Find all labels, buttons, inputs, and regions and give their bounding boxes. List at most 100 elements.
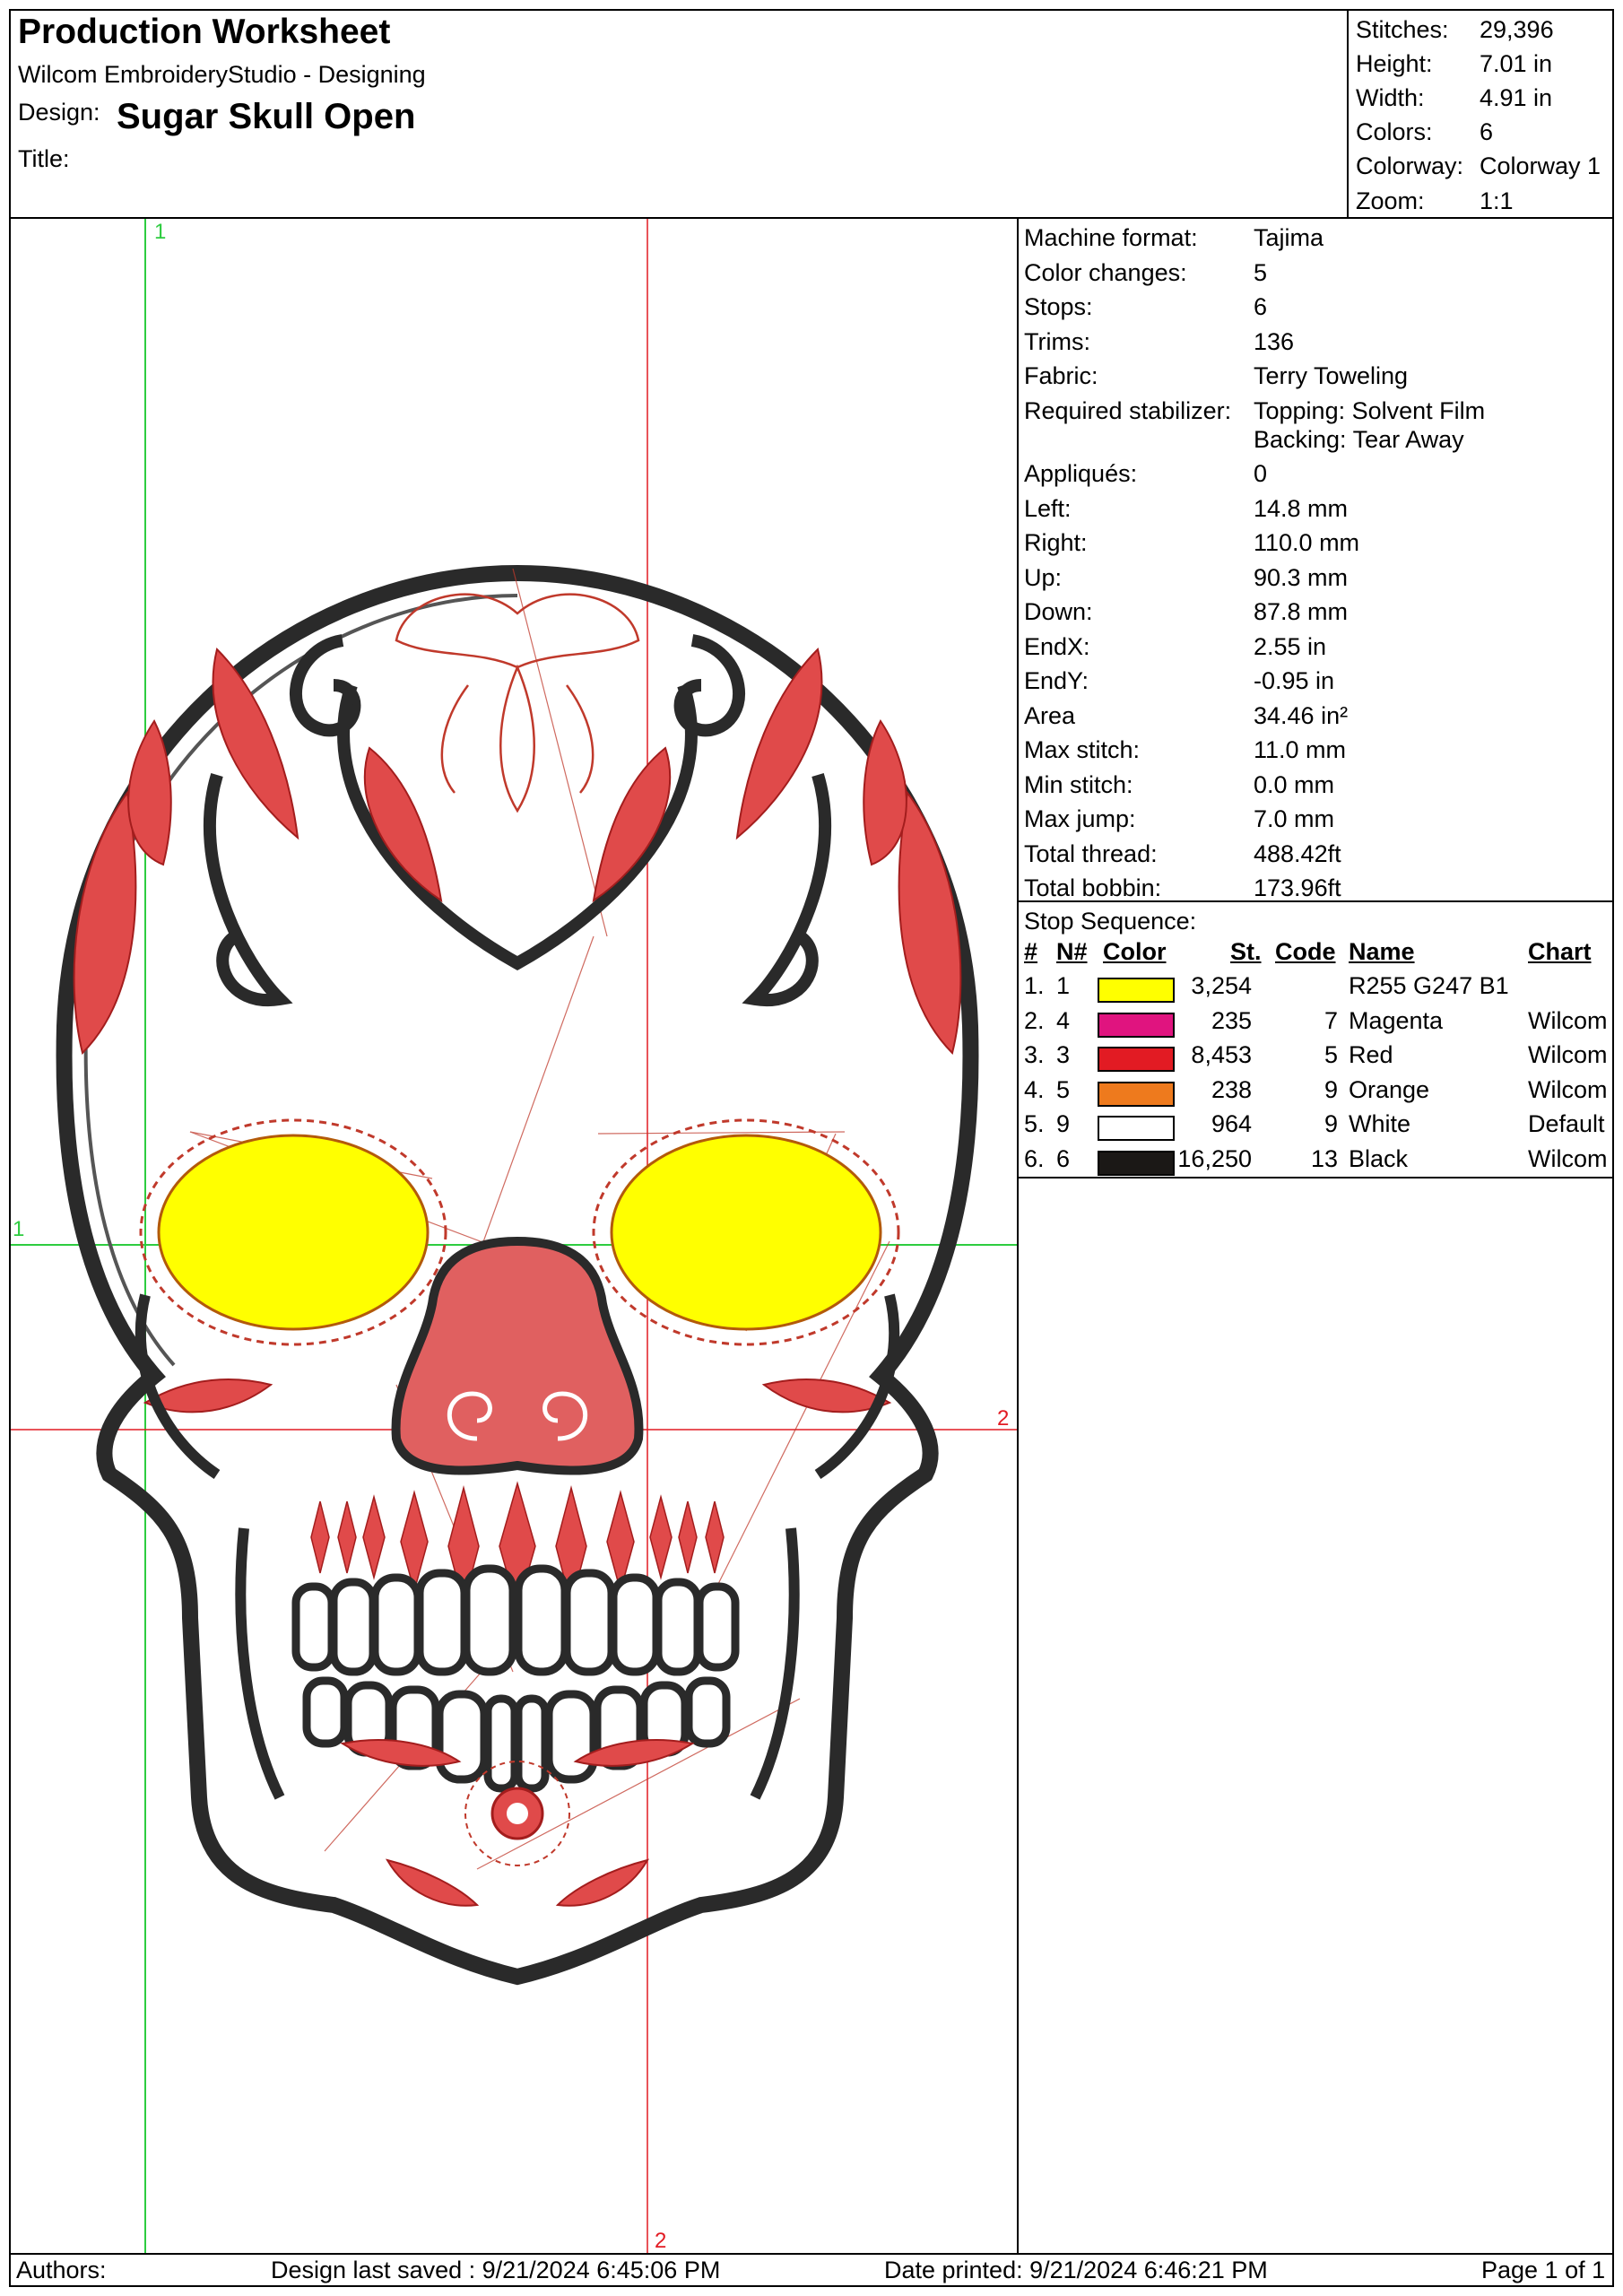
guide-label-horizontal-2: 2 xyxy=(997,1406,1009,1431)
design-preview[interactable]: 1 1 2 2 xyxy=(11,219,1019,2253)
col-stitches: St. xyxy=(1230,938,1262,965)
row-stitches: 16,250 xyxy=(1177,1144,1252,1172)
stop-sequence-header: # N# Color St. Code Name Chart xyxy=(1019,938,1612,972)
info-key: Appliqués: xyxy=(1024,460,1138,487)
guide-label-vertical-1: 1 xyxy=(154,220,166,244)
color-swatch xyxy=(1098,978,1175,1003)
info-key: Machine format: xyxy=(1024,224,1198,251)
row-needle: 3 xyxy=(1056,1041,1071,1068)
forehead-swirls xyxy=(203,634,832,1007)
info-value: Tajima xyxy=(1254,224,1324,251)
row-chart: Default xyxy=(1528,1110,1605,1137)
info-value: 5 xyxy=(1254,258,1268,286)
row-index: 3. xyxy=(1024,1041,1045,1068)
info-key: Max stitch: xyxy=(1024,736,1141,763)
row-code: 13 xyxy=(1310,1144,1338,1172)
info-key: Total thread: xyxy=(1024,839,1158,867)
row-color-name: Red xyxy=(1349,1041,1393,1068)
info-value: Terry Toweling xyxy=(1254,362,1409,389)
summary-key: Stitches: xyxy=(1356,15,1449,43)
info-key: Down: xyxy=(1024,598,1093,625)
sugar-skull-embroidery: 1 1 2 2 xyxy=(11,219,1017,2253)
stop-sequence-row: 5. 9 964 9 White Default xyxy=(1019,1110,1612,1144)
info-value: 87.8 mm xyxy=(1254,598,1349,625)
header-left: Production Worksheet Wilcom EmbroiderySt… xyxy=(11,11,1347,217)
info-value: 14.8 mm xyxy=(1254,494,1349,522)
summary-row: Colors: 6 xyxy=(1356,116,1612,150)
info-value: 173.96ft xyxy=(1254,874,1341,901)
color-swatch xyxy=(1098,1081,1175,1107)
summary-row: Width: 4.91 in xyxy=(1356,81,1612,115)
worksheet-title: Production Worksheet xyxy=(18,13,391,51)
row-chart: Wilcom xyxy=(1528,1006,1608,1034)
stop-sequence-table: Stop Sequence: # N# Color St. Code Name … xyxy=(1019,900,1612,1178)
stop-sequence-row: 3. 3 8,453 5 Red Wilcom xyxy=(1019,1041,1612,1075)
info-key: Fabric: xyxy=(1024,362,1098,389)
row-chart: Wilcom xyxy=(1528,1144,1608,1172)
info-value: 7.0 mm xyxy=(1254,805,1335,832)
summary-value: 4.91 in xyxy=(1480,83,1553,111)
summary-key: Colorway: xyxy=(1356,152,1464,180)
summary-key: Width: xyxy=(1356,83,1425,111)
col-color: Color xyxy=(1103,938,1167,965)
summary-key: Colors: xyxy=(1356,118,1433,146)
info-value: Topping: Solvent Film xyxy=(1254,396,1486,424)
production-worksheet: Production Worksheet Wilcom EmbroiderySt… xyxy=(9,9,1614,2287)
footer-date-printed: Date printed: 9/21/2024 6:46:21 PM xyxy=(884,2257,1268,2283)
color-swatch xyxy=(1098,1012,1175,1038)
info-key: Color changes: xyxy=(1024,258,1187,286)
guide-label-horizontal-1: 1 xyxy=(13,1217,24,1241)
info-key: Max jump: xyxy=(1024,805,1136,832)
software-name: Wilcom EmbroideryStudio - Designing xyxy=(18,61,426,88)
col-code: Code xyxy=(1275,938,1336,965)
col-chart: Chart xyxy=(1528,938,1592,965)
info-key: Trims: xyxy=(1024,327,1090,355)
footer-authors: Authors: xyxy=(16,2257,107,2283)
row-needle: 5 xyxy=(1056,1075,1071,1103)
worksheet-footer: Authors: Design last saved : 9/21/2024 6… xyxy=(11,2253,1612,2285)
summary-value: 1:1 xyxy=(1480,187,1514,214)
info-key: Stops: xyxy=(1024,293,1093,320)
row-code: 9 xyxy=(1324,1075,1338,1103)
stop-sequence-row: 2. 4 235 7 Magenta Wilcom xyxy=(1019,1007,1612,1041)
info-key: EndX: xyxy=(1024,632,1090,660)
design-name: Sugar Skull Open xyxy=(117,97,416,136)
stop-sequence-row: 4. 5 238 9 Orange Wilcom xyxy=(1019,1076,1612,1110)
right-eye-fill xyxy=(610,1134,882,1331)
info-value: 11.0 mm xyxy=(1254,736,1347,763)
summary-row: Zoom: 1:1 xyxy=(1356,184,1612,218)
footer-page: Page 1 of 1 xyxy=(1481,2257,1606,2283)
summary-row: Colorway: Colorway 1 xyxy=(1356,150,1612,184)
summary-key: Zoom: xyxy=(1356,187,1425,214)
design-info-panel: Machine format: Tajima Color changes: 5 Stop… xyxy=(1019,219,1612,901)
left-eye-fill xyxy=(157,1134,430,1331)
col-name: Name xyxy=(1349,938,1415,965)
summary-value: Colorway 1 xyxy=(1480,152,1601,180)
row-code: 9 xyxy=(1324,1110,1338,1137)
info-key: Right: xyxy=(1024,529,1088,556)
color-swatch xyxy=(1098,1047,1175,1072)
row-needle: 4 xyxy=(1056,1006,1071,1034)
info-value: -0.95 in xyxy=(1254,667,1335,694)
row-stitches: 238 xyxy=(1211,1075,1252,1103)
info-value: 0 xyxy=(1254,460,1268,487)
summary-row: Stitches: 29,396 xyxy=(1356,13,1612,47)
row-color-name: Black xyxy=(1349,1144,1409,1172)
row-color-name: White xyxy=(1349,1110,1411,1137)
row-needle: 6 xyxy=(1056,1144,1071,1172)
info-value: 6 xyxy=(1254,293,1268,320)
row-color-name: Magenta xyxy=(1349,1006,1444,1034)
info-value: 110.0 mm xyxy=(1254,529,1360,556)
row-chart: Wilcom xyxy=(1528,1075,1608,1103)
info-key: Area xyxy=(1024,701,1076,729)
info-key: Min stitch: xyxy=(1024,770,1133,798)
info-value: 2.55 in xyxy=(1254,632,1327,660)
title-label: Title: xyxy=(18,145,70,172)
top-flower-motif xyxy=(395,593,640,813)
row-index: 6. xyxy=(1024,1144,1045,1172)
info-value: 34.46 in² xyxy=(1254,701,1349,729)
row-color-name: Orange xyxy=(1349,1075,1430,1103)
row-color-name: R255 G247 B1 xyxy=(1349,972,1509,999)
stop-sequence-row: 6. 6 16,250 13 Black Wilcom xyxy=(1019,1145,1612,1179)
row-code: 5 xyxy=(1324,1041,1338,1068)
